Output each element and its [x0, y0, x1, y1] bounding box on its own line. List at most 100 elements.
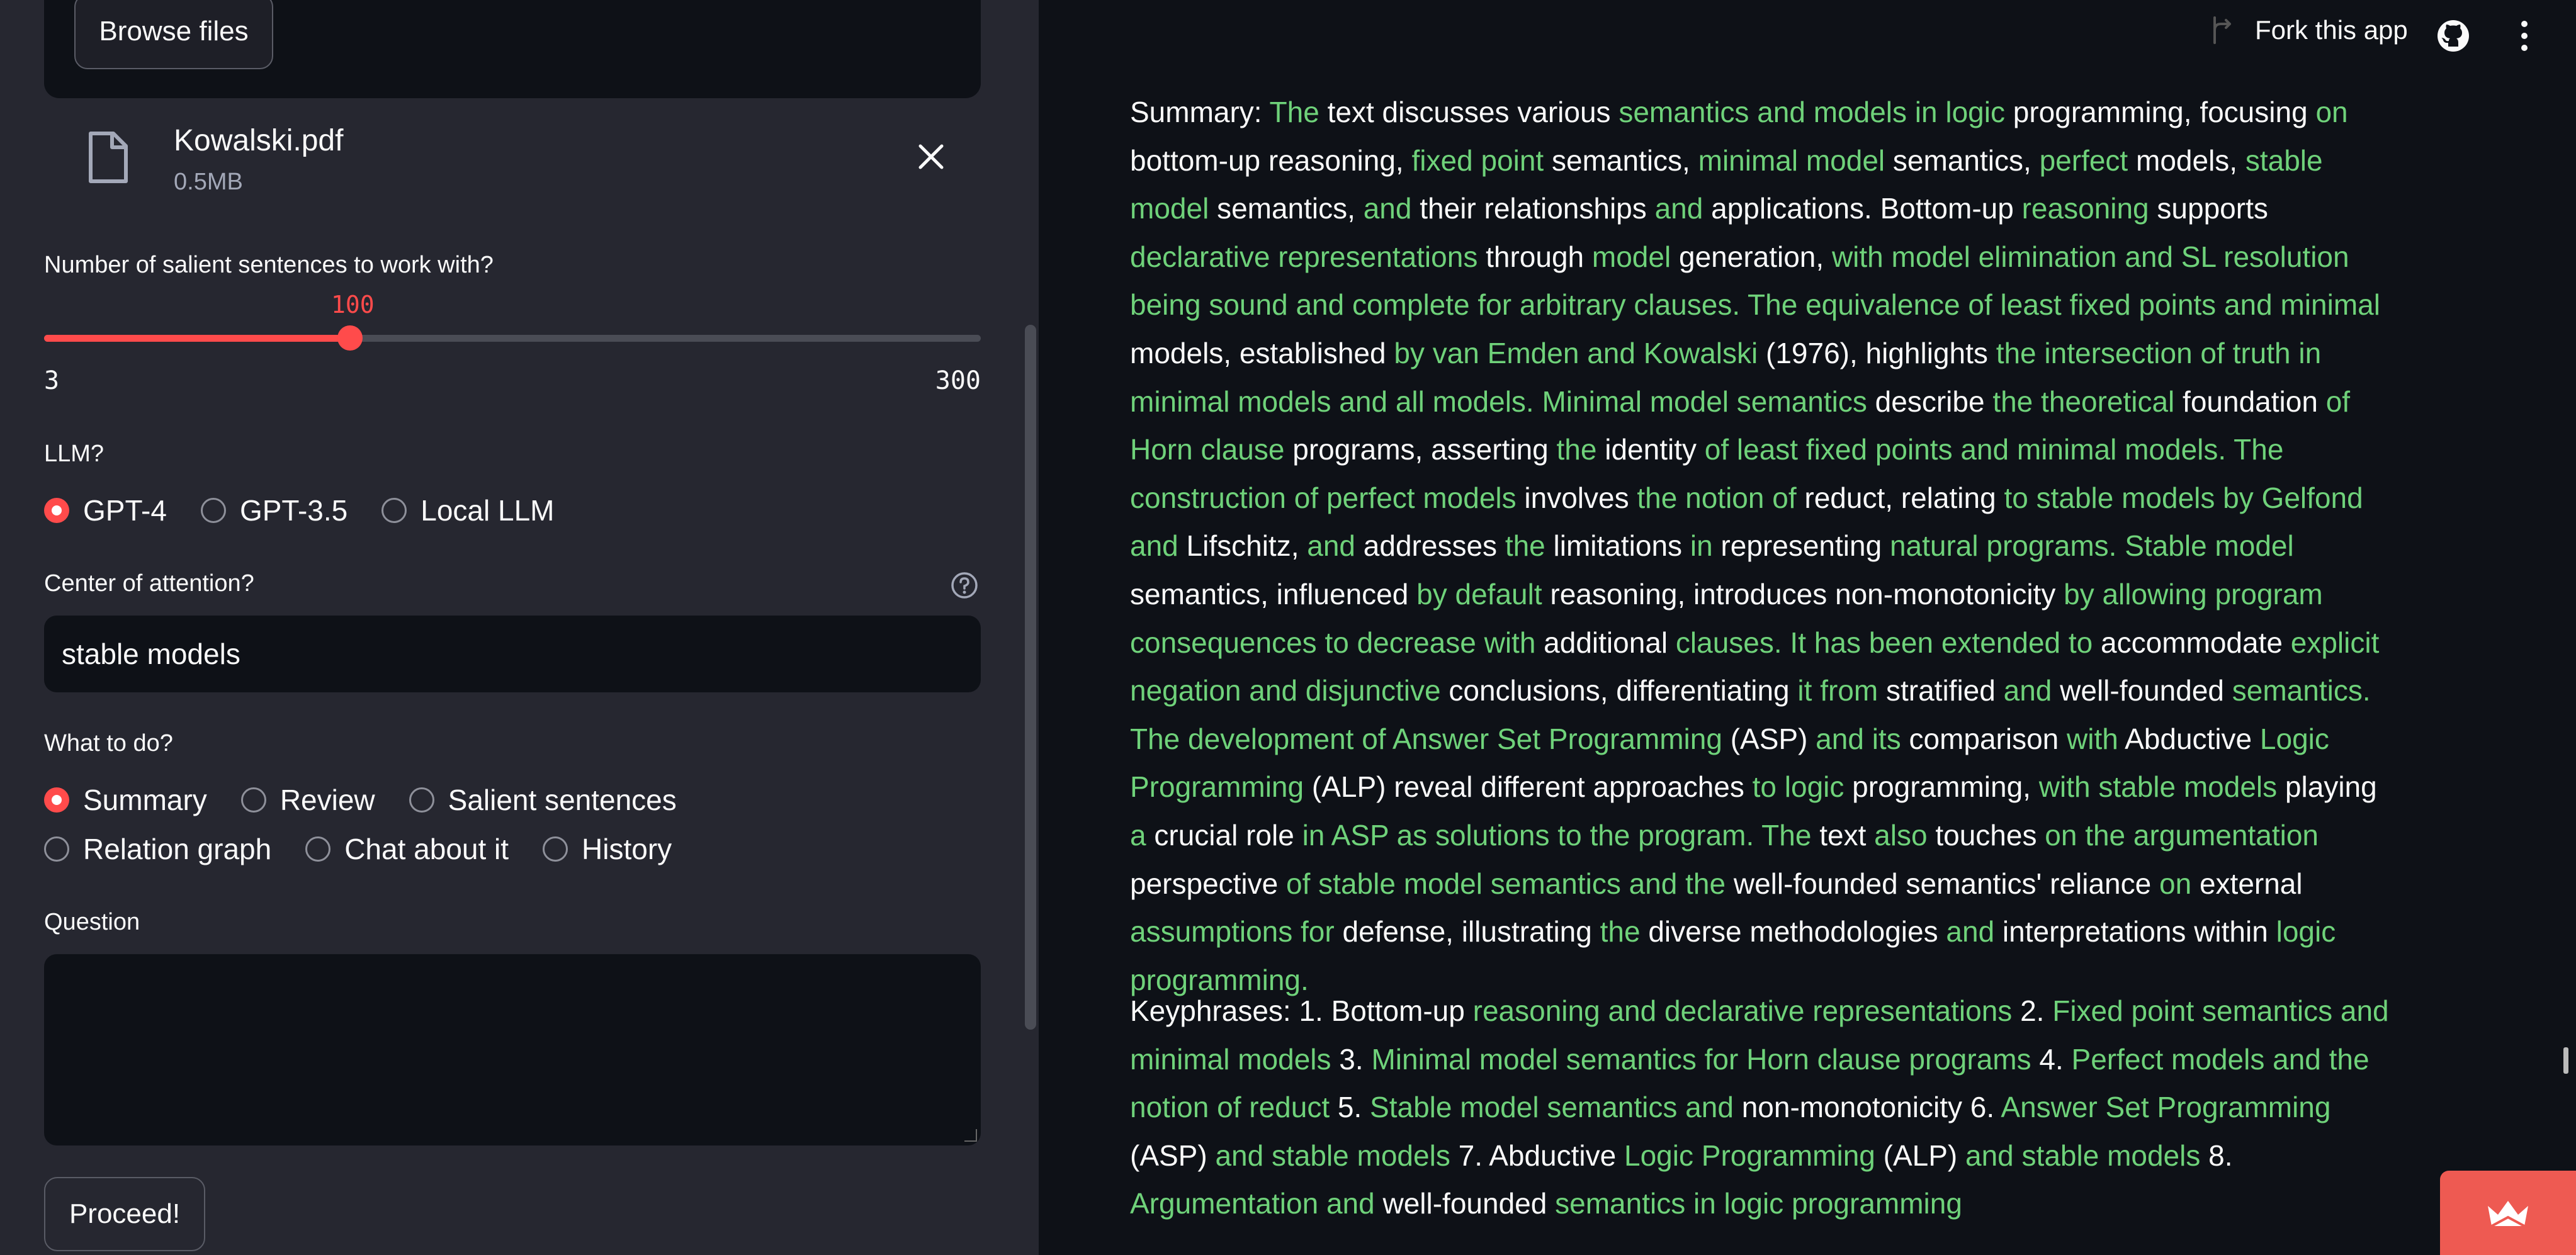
plain-text: (ALP) reveal different approaches	[1304, 770, 1753, 804]
highlighted-text: on	[2159, 867, 2192, 900]
remove-file-close-icon[interactable]	[915, 141, 947, 172]
plain-text: programs, asserting	[1284, 433, 1557, 466]
help-icon[interactable]	[951, 571, 978, 599]
plain-text: well-founded	[2052, 674, 2232, 707]
plain-text: models, established	[1130, 336, 1394, 369]
uploaded-file-size: 0.5MB	[174, 169, 243, 195]
todo-option-history[interactable]: History	[543, 832, 672, 866]
highlighted-text: perfect	[2039, 144, 2128, 177]
plain-text: (ASP)	[1130, 1139, 1216, 1172]
radio-label: Review	[280, 784, 375, 816]
plain-text: describe	[1867, 385, 1993, 418]
radio-icon	[200, 498, 226, 523]
radio-label: Relation graph	[83, 833, 272, 865]
plain-text: 3.	[1331, 1042, 1372, 1076]
plain-text: Summary:	[1130, 96, 1270, 128]
todo-option-review[interactable]: Review	[240, 783, 375, 817]
center-of-attention-label: Center of attention?	[44, 570, 254, 597]
highlighted-text: reasoning and declarative representation…	[1472, 994, 2013, 1027]
todo-option-salient-sentences[interactable]: Salient sentences	[409, 783, 677, 817]
question-label: Question	[44, 909, 140, 935]
browse-files-button[interactable]: Browse files	[74, 0, 273, 69]
highlighted-text: declarative representations	[1130, 240, 1478, 273]
highlighted-text: in ASP as solutions to the program. The	[1302, 818, 1812, 852]
highlighted-text: clauses. It has been extended to	[1675, 626, 2093, 659]
keyphrases-output: Keyphrases: 1. Bottom-up reasoning and d…	[1130, 987, 2389, 1228]
file-icon	[89, 132, 128, 183]
highlighted-text: the	[1556, 433, 1597, 466]
github-icon[interactable]	[2436, 19, 2470, 53]
highlighted-text: and stable models	[1215, 1139, 1450, 1172]
plain-text: semantics,	[1209, 192, 1364, 225]
todo-option-chat[interactable]: Chat about it	[305, 832, 509, 866]
plain-text: through	[1477, 240, 1592, 273]
highlighted-text: and stable models	[1965, 1139, 2201, 1172]
sidebar-scrollbar[interactable]	[1025, 325, 1036, 1030]
highlighted-text: semantics in logic programming	[1555, 1187, 1962, 1220]
textarea-resize-handle[interactable]	[964, 1129, 977, 1142]
highlighted-text: Stable model semantics and	[1370, 1091, 1734, 1124]
plain-text: (1976), highlights	[1758, 336, 1996, 369]
highlighted-text: the	[1505, 529, 1545, 563]
plain-text: crucial role	[1146, 818, 1302, 852]
plain-text: additional	[1535, 626, 1676, 659]
highlighted-text: and	[1307, 529, 1356, 563]
plain-text: foundation	[2174, 385, 2326, 418]
sidebar: Browse files Kowalski.pdf 0.5MB Number o…	[0, 0, 1039, 1255]
radio-label: Local LLM	[421, 494, 555, 527]
plain-text: touches	[1927, 818, 2045, 852]
plain-text: text	[1811, 818, 1875, 852]
plain-text: external	[2191, 867, 2303, 900]
plain-text: well-founded	[1374, 1187, 1556, 1220]
todo-option-relation-graph[interactable]: Relation graph	[44, 832, 271, 866]
uploaded-file-name: Kowalski.pdf	[174, 124, 344, 157]
highlighted-text: semantics and models in logic	[1618, 96, 2005, 128]
plain-text: (ASP)	[1722, 722, 1816, 755]
plain-text: well-founded semantics' reliance	[1726, 867, 2159, 900]
plain-text: non-monotonicity 6.	[1733, 1091, 2001, 1124]
fork-app-link[interactable]: Fork this app	[2211, 15, 2408, 45]
highlighted-text: and	[1946, 915, 1995, 948]
highlighted-text: Answer Set Programming	[2001, 1091, 2331, 1124]
plain-text: addresses	[1355, 529, 1505, 563]
proceed-button[interactable]: Proceed!	[44, 1177, 205, 1251]
slider-max-label: 300	[935, 366, 981, 395]
highlighted-text: model	[1591, 240, 1671, 273]
llm-option-gpt35[interactable]: GPT-3.5	[200, 493, 347, 527]
highlighted-text: a	[1130, 818, 1146, 852]
plain-text: diverse methodologies	[1640, 915, 1946, 948]
plain-text: limitations	[1545, 529, 1690, 563]
slider-thumb[interactable]	[337, 325, 363, 351]
salient-sentences-slider[interactable]	[44, 325, 981, 351]
highlighted-text: also	[1874, 818, 1928, 852]
main-content: Fork this app Summary: The text discusse…	[1039, 0, 2576, 1255]
highlighted-text: minimal model	[1698, 144, 1885, 177]
center-of-attention-input[interactable]: stable models	[44, 616, 981, 692]
highlighted-text: assumptions for	[1130, 915, 1335, 948]
llm-option-gpt4[interactable]: GPT-4	[44, 493, 167, 527]
plain-text: involves	[1516, 481, 1637, 514]
streamlit-badge[interactable]	[2440, 1171, 2576, 1255]
plain-text: semantics,	[1544, 144, 1698, 177]
plain-text: Lifschitz,	[1178, 529, 1308, 563]
plain-text: supports	[2149, 192, 2268, 225]
radio-label: History	[582, 833, 672, 865]
more-menu-icon[interactable]	[2518, 19, 2531, 53]
highlighted-text: the theoretical	[1992, 385, 2175, 418]
llm-label: LLM?	[44, 441, 105, 467]
plain-text: identity	[1596, 433, 1705, 466]
plain-text: reasoning, introduces non-monotonicity	[1542, 577, 2064, 611]
plain-text: bottom-up reasoning,	[1130, 144, 1412, 177]
llm-option-local[interactable]: Local LLM	[381, 493, 554, 527]
question-textarea[interactable]	[44, 954, 981, 1145]
radio-icon	[381, 498, 407, 523]
plain-text: models,	[2128, 144, 2246, 177]
plain-text: perspective	[1130, 867, 1287, 900]
fork-icon	[2213, 16, 2231, 44]
radio-icon	[44, 836, 69, 862]
todo-option-summary[interactable]: Summary	[44, 783, 207, 817]
plain-text: Keyphrases: 1. Bottom-up	[1130, 994, 1473, 1027]
resize-handle[interactable]	[2563, 1047, 2568, 1074]
plain-text: representing	[1712, 529, 1890, 563]
highlighted-text: it from	[1797, 674, 1878, 707]
